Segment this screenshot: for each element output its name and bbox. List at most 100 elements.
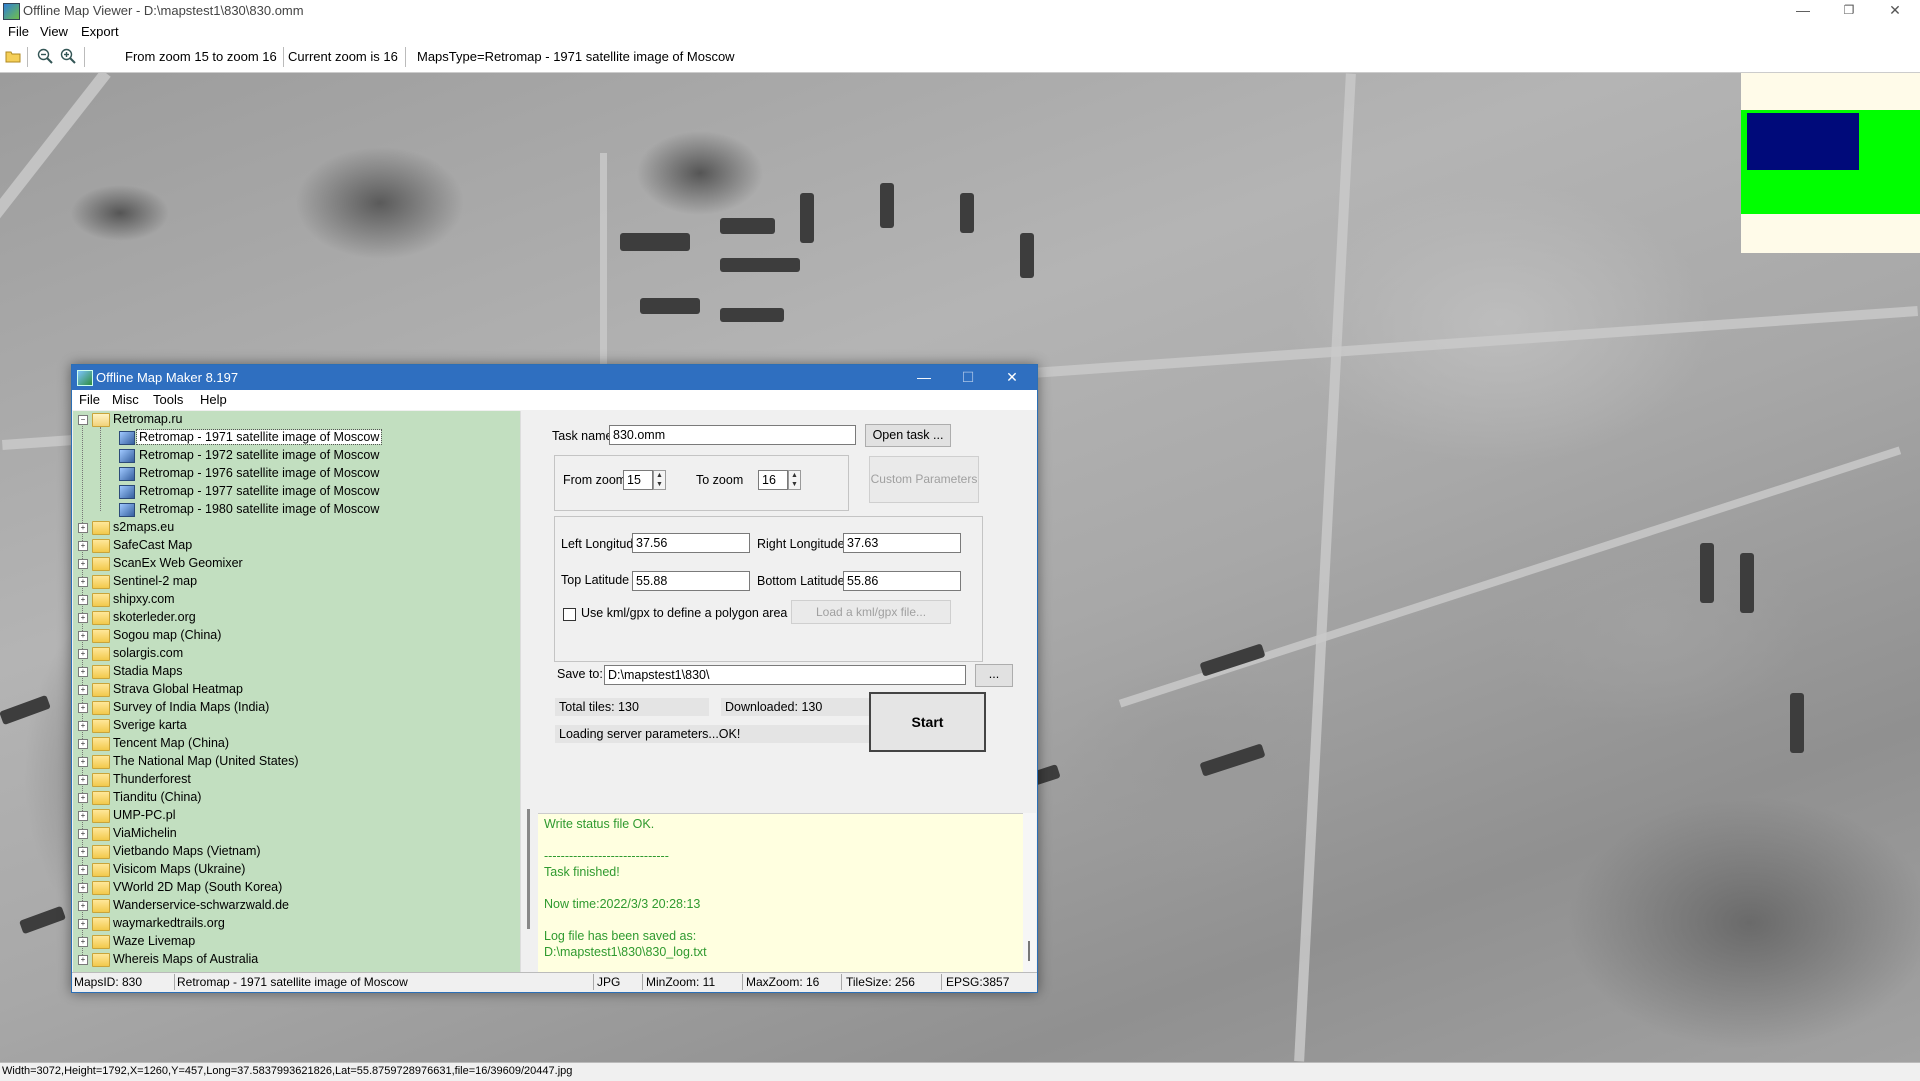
main-title-bar: Offline Map Viewer - D:\mapstest1\830\83… <box>0 0 1920 22</box>
zoom-range-text: From zoom 15 to zoom 16 <box>125 49 277 64</box>
folder-icon <box>92 701 110 715</box>
dialog-menu-file[interactable]: File <box>79 392 100 407</box>
map-icon <box>119 431 135 445</box>
log-line: Now time:2022/3/3 20:28:13 <box>544 897 701 911</box>
map-source-tree[interactable]: − Retromap.ru Retromap - 1971 satellite … <box>73 411 520 972</box>
map-icon <box>119 485 135 499</box>
menu-view[interactable]: View <box>40 24 68 39</box>
dialog-close-button[interactable]: ✕ <box>990 365 1034 390</box>
folder-icon <box>92 629 110 643</box>
to-zoom-stepper[interactable]: ▲ ▼ <box>788 470 801 490</box>
save-to-input[interactable]: D:\mapstest1\830\ <box>604 665 966 685</box>
log-line: Task finished! <box>544 865 620 879</box>
downloaded-text: Downloaded: 130 <box>721 698 875 716</box>
restore-button[interactable]: ❐ <box>1826 0 1872 22</box>
folder-icon <box>92 683 110 697</box>
custom-parameters-button[interactable]: Custom Parameters <box>869 456 979 503</box>
zoom-in-icon[interactable] <box>60 48 76 64</box>
folder-icon <box>92 899 110 913</box>
folder-icon <box>92 611 110 625</box>
dialog-menu-bar: File Misc Tools Help <box>72 390 1037 410</box>
dialog-status-bar: MapsID: 830 Retromap - 1971 satellite im… <box>72 972 1037 992</box>
map-name-text: Retromap - 1971 satellite image of Mosco… <box>177 975 408 989</box>
kml-checkbox[interactable] <box>563 608 576 621</box>
max-zoom-text: MaxZoom: 16 <box>746 975 820 989</box>
folder-icon <box>92 935 110 949</box>
close-button[interactable]: ✕ <box>1872 0 1918 22</box>
browse-folder-button[interactable]: ... <box>975 664 1013 687</box>
overview-minimap[interactable] <box>1741 73 1920 253</box>
log-panel[interactable]: Write status file OK. ------------------… <box>538 813 1023 973</box>
to-zoom-label: To zoom <box>696 473 744 487</box>
map-icon <box>119 449 135 463</box>
from-zoom-stepper[interactable]: ▲ ▼ <box>653 470 666 490</box>
folder-icon <box>92 719 110 733</box>
open-folder-icon[interactable] <box>5 50 21 63</box>
task-name-label: Task name <box>552 429 613 443</box>
folder-icon <box>92 917 110 931</box>
to-zoom-input[interactable]: 16 <box>758 470 788 490</box>
map-icon <box>119 503 135 517</box>
open-task-button[interactable]: Open task ... <box>865 424 951 447</box>
log-scrollbar[interactable] <box>1023 813 1036 972</box>
folder-icon <box>92 575 110 589</box>
left-longitude-input[interactable]: 37.56 <box>632 533 750 553</box>
maps-type-text: MapsType=Retromap - 1971 satellite image… <box>417 49 735 64</box>
kml-checkbox-label: Use kml/gpx to define a polygon area <box>581 606 788 620</box>
minimap-viewport[interactable] <box>1747 113 1859 170</box>
from-zoom-label: From zoom <box>563 473 627 487</box>
task-form: Task name 830.omm Open task ... From zoo… <box>538 411 1036 791</box>
folder-icon <box>92 755 110 769</box>
top-latitude-label: Top Latitude <box>561 573 630 587</box>
folder-icon <box>92 737 110 751</box>
epsg-text: EPSG:3857 <box>946 975 1010 989</box>
right-longitude-input[interactable]: 37.63 <box>843 533 961 553</box>
menu-export[interactable]: Export <box>81 24 119 39</box>
coordinates-status: Width=3072,Height=1792,X=1260,Y=457,Long… <box>2 1065 573 1077</box>
folder-icon <box>92 845 110 859</box>
folder-icon <box>92 773 110 787</box>
main-menu-bar: File View Export <box>0 22 1920 43</box>
folder-icon <box>92 953 110 967</box>
dialog-minimize-button[interactable]: — <box>902 365 946 390</box>
min-zoom-text: MinZoom: 11 <box>646 975 716 989</box>
open-folder-icon <box>92 413 110 427</box>
folder-icon <box>92 809 110 823</box>
right-longitude-label: Right Longitude <box>757 537 845 551</box>
bottom-latitude-label: Bottom Latitude <box>757 574 845 588</box>
top-latitude-input[interactable]: 55.88 <box>632 571 750 591</box>
dialog-title: Offline Map Maker 8.197 <box>96 370 239 385</box>
maps-id-text: MapsID: 830 <box>74 975 143 989</box>
total-tiles-text: Total tiles: 130 <box>555 698 709 716</box>
dialog-menu-tools[interactable]: Tools <box>153 392 183 407</box>
log-line: Log file has been saved as: <box>544 929 697 943</box>
splitter-scroll-thumb[interactable] <box>527 809 530 929</box>
dialog-menu-misc[interactable]: Misc <box>112 392 139 407</box>
folder-icon <box>92 827 110 841</box>
bottom-latitude-input[interactable]: 55.86 <box>843 571 961 591</box>
menu-file[interactable]: File <box>8 24 29 39</box>
main-status-bar: Width=3072,Height=1792,X=1260,Y=457,Long… <box>0 1062 1920 1081</box>
format-text: JPG <box>597 975 621 989</box>
folder-icon <box>92 521 110 535</box>
current-zoom-text: Current zoom is 16 <box>288 49 398 64</box>
folder-icon <box>92 539 110 553</box>
folder-icon <box>92 881 110 895</box>
offline-map-maker-dialog: Offline Map Maker 8.197 — ☐ ✕ File Misc … <box>71 364 1038 993</box>
task-name-input[interactable]: 830.omm <box>609 425 856 445</box>
folder-icon <box>92 647 110 661</box>
log-line: D:\mapstest1\830\830_log.txt <box>544 945 707 959</box>
folder-icon <box>92 665 110 679</box>
load-kml-button[interactable]: Load a kml/gpx file... <box>791 600 951 624</box>
dialog-maximize-button[interactable]: ☐ <box>946 365 990 390</box>
dialog-title-bar[interactable]: Offline Map Maker 8.197 — ☐ ✕ <box>72 365 1037 390</box>
dialog-menu-help[interactable]: Help <box>200 392 227 407</box>
map-icon <box>119 467 135 481</box>
zoom-out-icon[interactable] <box>37 48 53 64</box>
from-zoom-input[interactable]: 15 <box>623 470 653 490</box>
app-icon <box>3 3 20 20</box>
folder-icon <box>92 593 110 607</box>
window-title: Offline Map Viewer - D:\mapstest1\830\83… <box>23 3 304 18</box>
minimize-button[interactable]: — <box>1780 0 1826 22</box>
start-button[interactable]: Start <box>869 692 986 752</box>
